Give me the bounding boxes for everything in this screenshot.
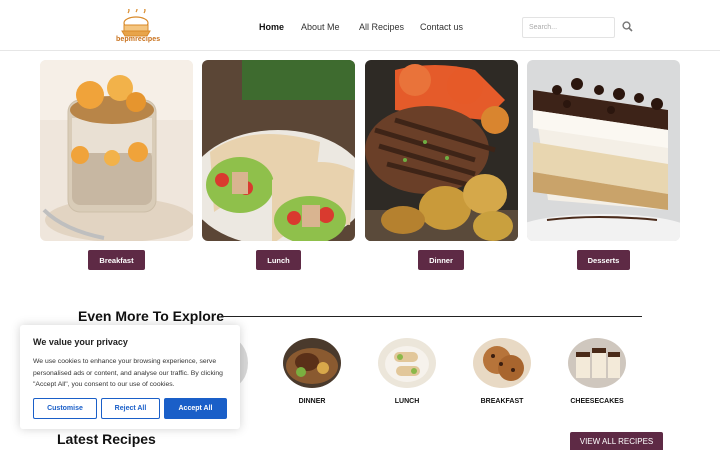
breakfast-button[interactable]: Breakfast (88, 250, 145, 270)
nav-contact[interactable]: Contact us (420, 22, 463, 32)
logo-text[interactable]: bepmrecipes (116, 36, 160, 43)
cookie-text: We use cookies to enhance your browsing … (33, 358, 223, 388)
search-icon[interactable] (622, 21, 633, 32)
desserts-image[interactable] (527, 60, 680, 241)
explore-breakfast-image[interactable] (473, 338, 531, 388)
dinner-image[interactable] (365, 60, 518, 241)
explore-dinner-image[interactable] (283, 338, 341, 388)
explore-lunch-image[interactable] (378, 338, 436, 388)
reject-all-button[interactable]: Reject All (101, 398, 160, 419)
nav-home[interactable]: Home (259, 22, 284, 32)
explore-divider (221, 316, 642, 317)
breakfast-image[interactable] (40, 60, 193, 241)
view-all-recipes-button[interactable]: VIEW ALL RECIPES (570, 432, 663, 450)
explore-heading: Even More To Explore (78, 308, 224, 324)
lunch-image[interactable] (202, 60, 355, 241)
desserts-button[interactable]: Desserts (577, 250, 630, 270)
explore-lunch-label[interactable]: LUNCH (367, 398, 447, 405)
latest-recipes-heading: Latest Recipes (57, 431, 156, 447)
explore-cheesecakes-label[interactable]: CHEESECAKES (557, 398, 637, 405)
cookie-consent-banner: We value your privacy We use cookies to … (20, 325, 240, 429)
explore-cheesecakes-image[interactable] (568, 338, 626, 388)
customise-button[interactable]: Customise (33, 398, 97, 419)
site-header: bepmrecipes Home About Me All Recipes Co… (0, 0, 720, 51)
cookie-title: We value your privacy (33, 337, 128, 347)
dinner-button[interactable]: Dinner (418, 250, 464, 270)
explore-breakfast-label[interactable]: BREAKFAST (462, 398, 542, 405)
lunch-button[interactable]: Lunch (256, 250, 301, 270)
accept-all-button[interactable]: Accept All (164, 398, 227, 419)
nav-about[interactable]: About Me (301, 22, 340, 32)
explore-dinner-label[interactable]: DINNER (272, 398, 352, 405)
nav-all-recipes[interactable]: All Recipes (359, 22, 404, 32)
search-input[interactable]: Search... (522, 17, 615, 38)
